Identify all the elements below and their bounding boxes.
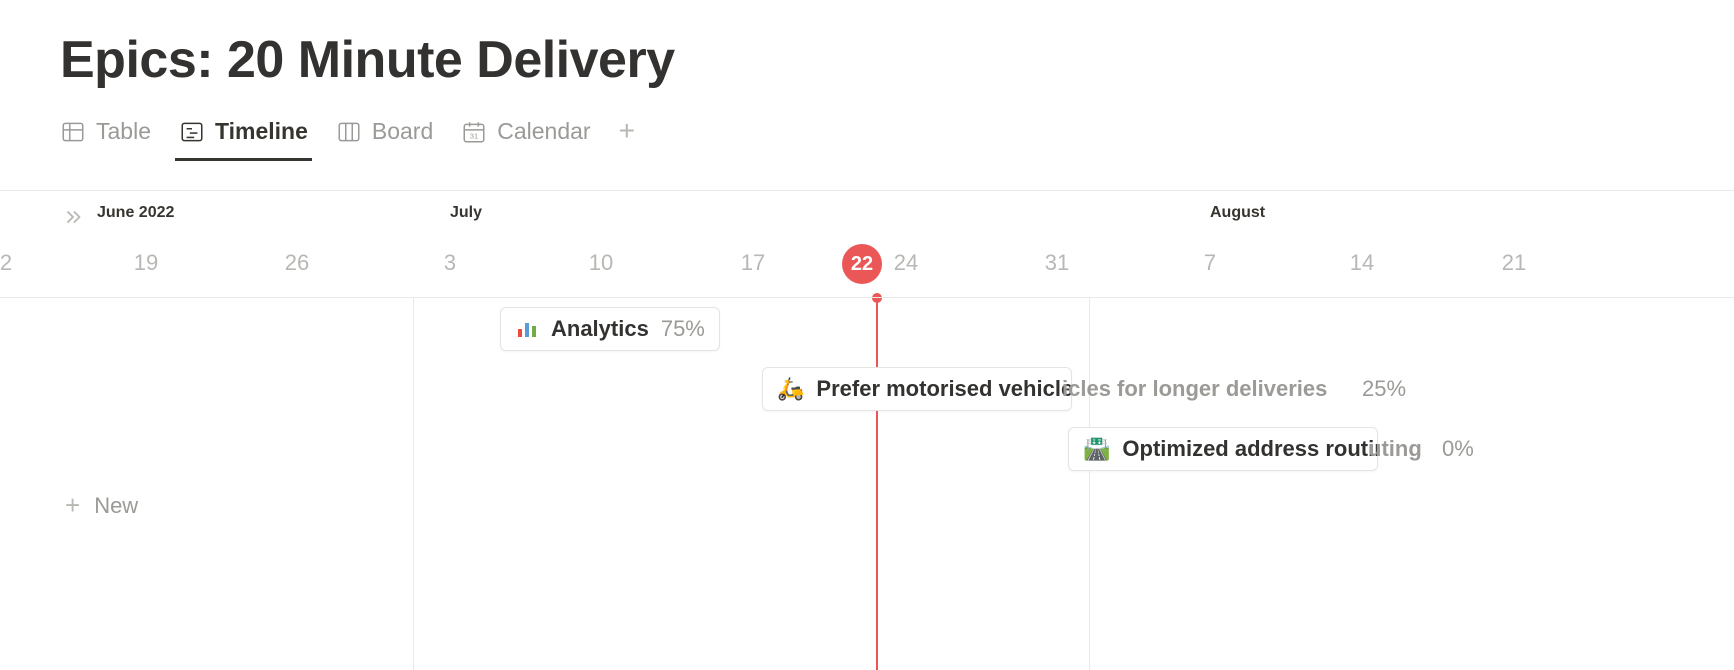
tab-table-label: Table [96, 118, 151, 145]
day-label: 17 [741, 250, 765, 276]
epic-card-analytics[interactable]: Analytics 75% [500, 307, 720, 351]
table-icon [60, 119, 86, 145]
svg-text:31: 31 [470, 131, 478, 140]
day-label: 3 [444, 250, 456, 276]
month-july: July [450, 204, 482, 222]
expand-sidebar-button[interactable] [62, 206, 84, 233]
board-icon [336, 119, 362, 145]
day-label: 21 [1502, 250, 1526, 276]
tab-calendar[interactable]: 31 Calendar [461, 118, 590, 145]
card-title-overflow: icles for longer deliveries [1062, 376, 1327, 402]
card-percent: 0% [1442, 436, 1474, 462]
day-label: 10 [589, 250, 613, 276]
tab-calendar-label: Calendar [497, 118, 590, 145]
chevron-double-right-icon [62, 206, 84, 228]
month-june: June 2022 [97, 204, 174, 222]
plus-icon: + [65, 490, 80, 521]
epic-card-motorised[interactable]: 🛵 Prefer motorised vehicles for longer d… [762, 367, 1072, 411]
month-divider [1089, 297, 1090, 670]
day-label: 7 [1204, 250, 1216, 276]
tab-table[interactable]: Table [60, 118, 151, 145]
tab-timeline[interactable]: Timeline [179, 118, 308, 145]
card-title: Optimized address routing [1122, 436, 1378, 462]
epic-card-routing[interactable]: 🛣️ Optimized address routing [1068, 427, 1378, 471]
motorway-icon: 🛣️ [1083, 438, 1110, 460]
view-tabs: Table Timeline Board 31 Calendar + [60, 118, 1734, 159]
timeline-icon [179, 119, 205, 145]
calendar-icon: 31 [461, 119, 487, 145]
divider [0, 190, 1734, 191]
new-row-button[interactable]: + New [65, 490, 138, 521]
month-divider [413, 297, 414, 670]
tab-board-label: Board [372, 118, 433, 145]
day-label: 31 [1045, 250, 1069, 276]
card-percent: 75% [661, 316, 705, 342]
today-marker[interactable]: 22 [842, 244, 882, 284]
bar-chart-icon [515, 317, 539, 341]
page-title: Epics: 20 Minute Delivery [60, 30, 1734, 90]
day-label: 24 [894, 250, 918, 276]
card-title: Analytics [551, 316, 649, 342]
add-view-button[interactable]: + [619, 117, 635, 145]
day-label: 2 [0, 250, 12, 276]
tab-timeline-label: Timeline [215, 118, 308, 145]
day-label: 26 [285, 250, 309, 276]
divider [0, 297, 1734, 298]
month-august: August [1210, 204, 1265, 222]
card-percent: 25% [1362, 376, 1406, 402]
today-line [876, 298, 878, 670]
day-label: 14 [1350, 250, 1374, 276]
new-row-label: New [94, 493, 138, 519]
scooter-icon: 🛵 [777, 378, 804, 400]
card-title-overflow: uting [1368, 436, 1422, 462]
tab-board[interactable]: Board [336, 118, 433, 145]
day-label: 19 [134, 250, 158, 276]
card-title: Prefer motorised vehicles for longer del… [816, 376, 1072, 402]
